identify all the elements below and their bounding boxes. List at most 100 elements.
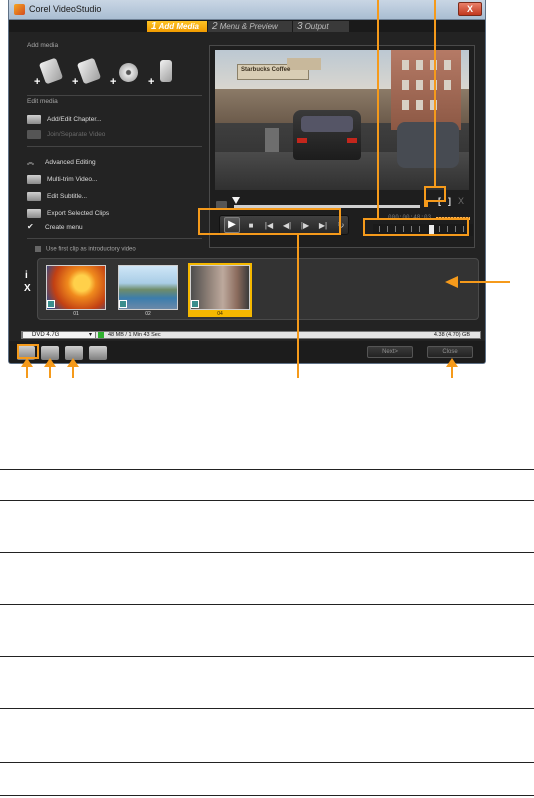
scooter — [265, 128, 279, 152]
window-pane — [402, 60, 409, 70]
window-pane — [444, 60, 451, 70]
add-video-icon[interactable]: + — [34, 57, 67, 88]
chevron-up-icon: ︽ — [27, 159, 34, 166]
remove-clip-icon[interactable]: X — [24, 283, 31, 294]
window-pane — [416, 60, 423, 70]
disc-type-dropdown[interactable]: DVD 4.7G ▾ — [22, 331, 96, 339]
clip-thumbnail-selected[interactable]: 04 — [188, 263, 252, 317]
tab-output[interactable]: 3 Output — [293, 21, 349, 32]
delete-mark-button[interactable]: X — [458, 196, 464, 206]
window-pane — [416, 80, 423, 90]
left-panel: Add media + + + + Edit media Add/Edit Ch… — [9, 32, 209, 258]
advanced-editing-toggle[interactable]: ︽ Advanced Editing — [27, 157, 96, 169]
tab-label: Menu & Preview — [219, 22, 278, 31]
callout-arrow-settings — [21, 358, 33, 367]
title-bar: Corel VideoStudio X — [9, 0, 485, 20]
intro-video-label: Use first clip as introductory video — [46, 246, 136, 253]
table-rule — [0, 604, 534, 605]
edit-media-heading: Edit media — [27, 98, 58, 105]
join-separate-label: Join/Separate Video — [47, 131, 106, 138]
intro-video-checkbox[interactable]: Use first clip as introductory video — [35, 246, 136, 253]
scrubber-handle[interactable] — [232, 197, 240, 204]
table-rule — [0, 795, 534, 796]
disc-capacity-bar: DVD 4.7G ▾ 48 MB / 1 Min 43 Sec 4.38 (4.… — [21, 331, 481, 339]
car — [397, 122, 459, 168]
clip-thumbnail[interactable]: 02 — [116, 263, 180, 317]
media-clip-list: 01 02 04 — [37, 258, 479, 320]
close-button[interactable]: Close — [427, 346, 473, 358]
window-pane — [444, 80, 451, 90]
callout-arrow-cliplist — [445, 276, 458, 288]
callout-arrow-project — [44, 358, 56, 367]
chevron-down-icon: ▾ — [88, 332, 92, 338]
add-disc-icon[interactable]: + — [110, 58, 143, 88]
callout-arrow-close — [446, 358, 458, 367]
app-window: Corel VideoStudio X 1 Add Media 2 Menu & P… — [8, 0, 486, 364]
callout-box-controls — [198, 208, 341, 235]
app-icon — [14, 4, 25, 15]
video-sign-text: Starbucks Coffee — [241, 67, 291, 73]
callout-line-controls — [297, 235, 299, 378]
disc-type-value: DVD 4.7G — [32, 332, 60, 338]
create-menu-label: Create menu — [45, 224, 83, 231]
clip-label: 01 — [73, 311, 79, 317]
callout-line-cliplist — [460, 281, 510, 283]
tab-label: Output — [304, 22, 329, 31]
add-device-icon[interactable]: + — [148, 58, 181, 88]
window-title: Corel VideoStudio — [29, 4, 102, 14]
clip-label: 04 — [217, 311, 223, 317]
window-pane — [402, 100, 409, 110]
join-separate-item: Join/Separate Video — [27, 129, 105, 141]
step-tabs: 1 Add Media 2 Menu & Preview 3 Output — [9, 20, 485, 32]
clip-image — [46, 265, 106, 310]
page: Corel VideoStudio X 1 Add Media 2 Menu & P… — [0, 0, 534, 798]
export-clips-item[interactable]: Export Selected Clips — [27, 208, 109, 220]
divider — [27, 146, 202, 147]
advanced-editing-label: Advanced Editing — [45, 159, 96, 166]
mark-out-button[interactable]: ] — [448, 196, 451, 206]
clip-type-icon — [119, 300, 127, 308]
callout-arrow-chapter — [67, 358, 79, 367]
tab-menu-preview[interactable]: 2 Menu & Preview — [208, 21, 292, 32]
info-icon[interactable]: i — [25, 270, 28, 281]
divider — [27, 95, 202, 96]
divider — [27, 238, 202, 239]
video-preview: Starbucks Coffee — [215, 50, 469, 190]
next-button[interactable]: Next> — [367, 346, 413, 358]
tab-number: 1 — [151, 21, 157, 32]
table-rule — [0, 469, 534, 470]
clip-label: 02 — [145, 311, 151, 317]
clip-type-icon — [47, 300, 55, 308]
clip-type-icon — [191, 300, 199, 308]
tab-number: 3 — [297, 21, 303, 32]
edit-subtitle-item[interactable]: Edit Subtitle... — [27, 191, 87, 203]
window-pane — [402, 80, 409, 90]
add-edit-chapter-item[interactable]: Add/Edit Chapter... — [27, 114, 102, 126]
print-icon[interactable] — [89, 346, 107, 360]
add-edit-chapter-label: Add/Edit Chapter... — [47, 116, 102, 123]
add-media-heading: Add media — [27, 42, 59, 49]
clip-image — [190, 265, 250, 310]
car — [293, 110, 361, 160]
table-rule — [0, 762, 534, 763]
table-rule — [0, 500, 534, 501]
multi-trim-item[interactable]: Multi-trim Video... — [27, 174, 97, 186]
chapter-icon — [27, 114, 41, 124]
clip-thumbnail[interactable]: 01 — [44, 263, 108, 317]
callout-box-settings — [17, 344, 39, 359]
callout-box-jog — [363, 218, 469, 236]
checkbox-box — [35, 246, 41, 252]
storefront-sign — [287, 58, 321, 70]
create-menu-checkbox[interactable]: ✔ Create menu — [27, 221, 83, 233]
checkmark-icon: ✔ — [27, 222, 34, 231]
callout-line-mark — [434, 0, 436, 188]
clip-image — [118, 265, 178, 310]
window-pane — [416, 100, 423, 110]
capacity-label: 4.38 (4.70) GB — [433, 332, 470, 338]
tab-add-media[interactable]: 1 Add Media — [147, 21, 207, 32]
subtitle-icon — [27, 191, 41, 201]
add-vr-icon[interactable]: + — [72, 57, 105, 88]
bottom-toolbar: Next> Close — [9, 341, 485, 363]
tab-number: 2 — [212, 21, 218, 32]
window-close-button[interactable]: X — [458, 2, 482, 16]
